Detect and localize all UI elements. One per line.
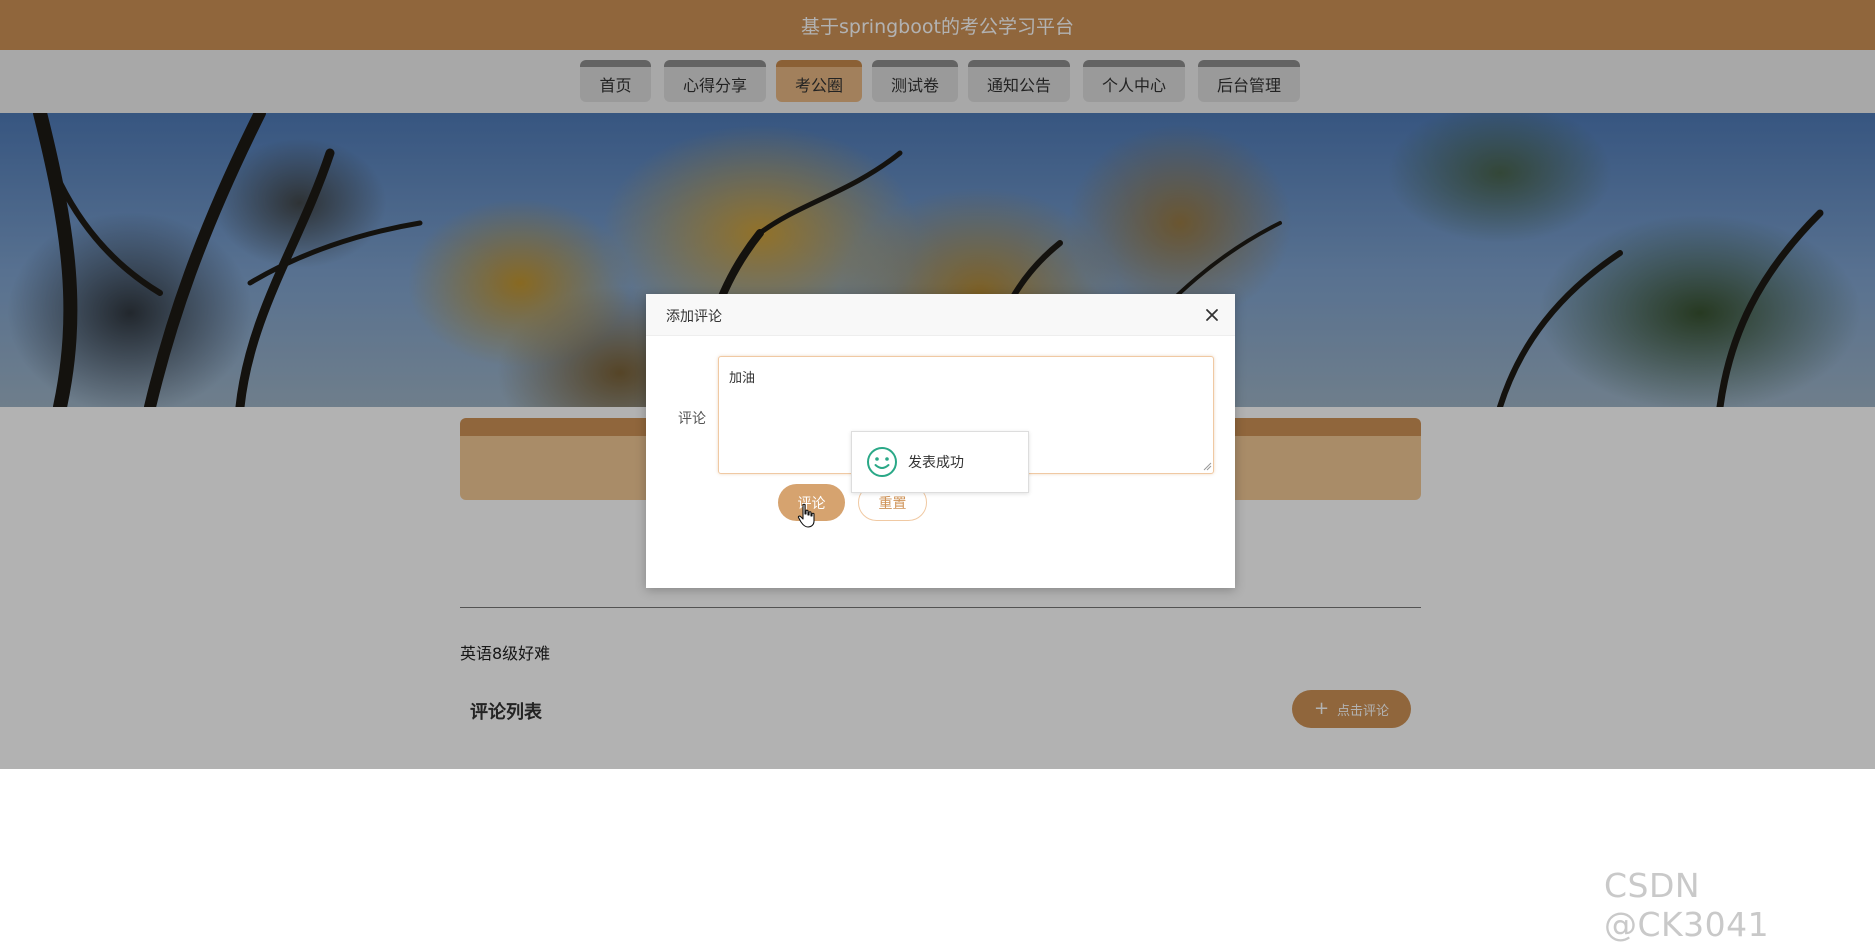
watermark: CSDN @CK3041 xyxy=(1604,866,1770,944)
close-icon[interactable] xyxy=(1200,303,1224,327)
smile-icon xyxy=(867,447,897,477)
submit-comment-button[interactable]: 评论 xyxy=(778,484,845,521)
success-toast: 发表成功 xyxy=(851,431,1029,493)
submit-comment-label: 评论 xyxy=(797,495,826,512)
dialog-header: 添加评论 xyxy=(646,294,1235,336)
toast-message: 发表成功 xyxy=(908,455,964,471)
comment-field-label: 评论 xyxy=(678,411,706,427)
reset-label: 重置 xyxy=(878,495,907,512)
dialog-title: 添加评论 xyxy=(666,309,722,325)
